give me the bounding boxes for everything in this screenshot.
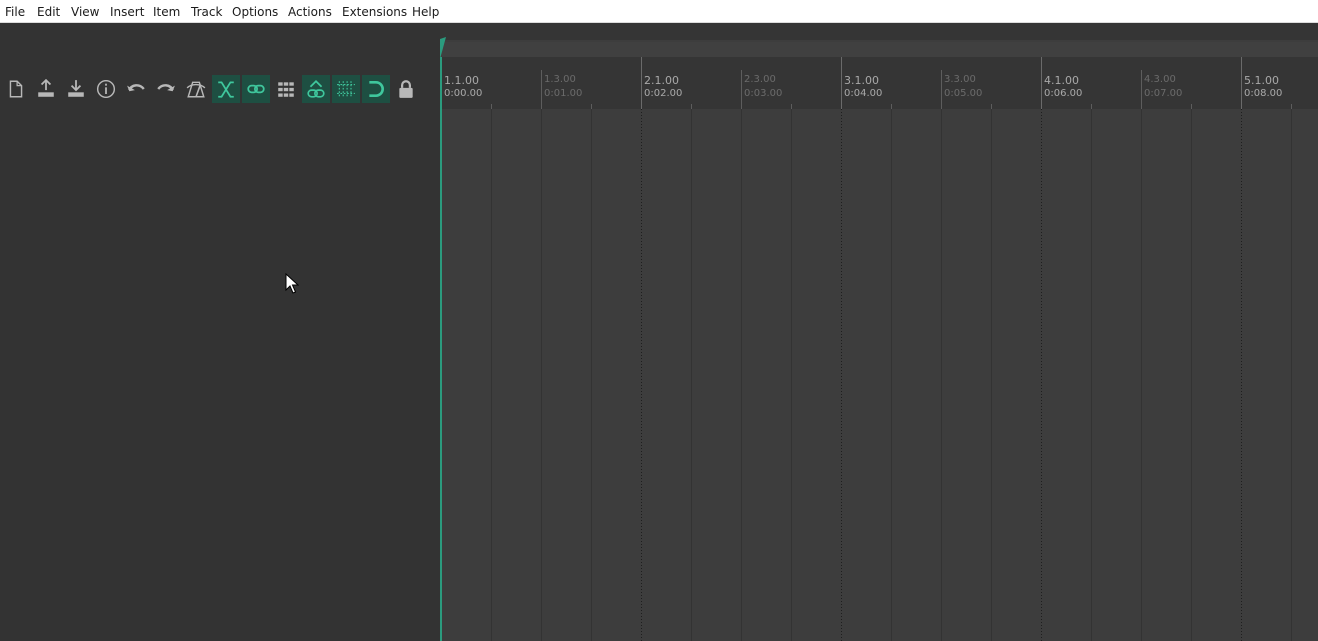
menu-extensions[interactable]: Extensions [342,5,407,19]
save-project-button[interactable] [62,75,90,103]
grid-line-beat [1191,109,1192,641]
open-project-button[interactable] [32,75,60,103]
item-grouping-icon [278,82,294,97]
track-control-panel[interactable] [0,23,440,641]
grid-line-beat [541,109,542,641]
grid-line-bar [641,109,642,641]
undo-icon [127,84,145,92]
grid-icon [337,81,355,97]
ruler-beat-label: 2.3.00 [744,74,776,85]
grid-line-beat [991,109,992,641]
menu-file[interactable]: File [5,5,25,19]
menu-view[interactable]: View [71,5,99,19]
ripple-edit-button[interactable] [302,75,330,103]
horizontal-scrollbar[interactable] [441,42,1318,57]
menu-edit[interactable]: Edit [37,5,60,19]
grid-line-beat [1141,109,1142,641]
menu-track[interactable]: Track [191,5,222,19]
ruler-beat-label: 3.3.00 [944,74,976,85]
grid-line-bar [841,109,842,641]
ruler-beat-label: 3.1.00 [844,74,879,87]
envelope-points-move-button[interactable] [242,75,270,103]
ruler-time-label: 0:07.00 [1144,88,1183,99]
undo-button[interactable] [122,75,150,103]
ruler-time-label: 0:04.00 [844,88,883,99]
ruler-time-label: 0:06.00 [1044,88,1083,99]
ruler-tick [641,57,642,109]
menu-item[interactable]: Item [153,5,180,19]
menu-options[interactable]: Options [232,5,278,19]
ruler-tick [941,70,942,109]
ruler-tick [1141,70,1142,109]
ruler-time-label: 0:01.00 [544,88,583,99]
grid-line-beat [591,109,592,641]
menu-actions[interactable]: Actions [288,5,332,19]
mouse-cursor-icon [285,273,299,294]
envelope-points-move-icon [247,84,265,94]
grid-line-bar [1041,109,1042,641]
project-settings-button[interactable] [92,75,120,103]
auto-crossfade-icon [218,81,234,98]
grid-line-beat [741,109,742,641]
ruler-tick [1041,57,1042,109]
timeline-ruler[interactable]: 1.1.00 0:00.00 1.3.00 0:01.00 2.1.00 0:02.00 2… [440,57,1318,109]
grid-line-beat [941,109,942,641]
track-area[interactable] [440,109,1318,641]
grid-line-beat [491,109,492,641]
ruler-tick [741,70,742,109]
locking-icon [399,80,413,98]
metronome-icon [186,81,206,98]
new-project-icon [9,80,23,98]
menu-insert[interactable]: Insert [110,5,144,19]
snap-button[interactable] [362,75,390,103]
ruler-time-label: 0:00.00 [444,88,483,99]
ruler-tick [841,57,842,109]
ruler-beat-label: 4.1.00 [1044,74,1079,87]
arrange-view[interactable]: 1.1.00 0:00.00 1.3.00 0:01.00 2.1.00 0:02.00 2… [440,23,1318,641]
arrange-top-strip [440,23,1318,40]
edit-cursor[interactable] [440,57,442,641]
locking-button[interactable] [392,75,420,103]
ruler-beat-label: 4.3.00 [1144,74,1176,85]
ripple-edit-icon [307,79,325,98]
ruler-beat-label: 2.1.00 [644,74,679,87]
redo-button[interactable] [152,75,180,103]
ruler-time-label: 0:08.00 [1244,88,1283,99]
save-project-icon [68,80,84,97]
grid-line-beat [1291,109,1292,641]
ruler-beat-label: 5.1.00 [1244,74,1279,87]
grid-line-bar [1241,109,1242,641]
ruler-beat-label: 1.3.00 [544,74,576,85]
item-grouping-button[interactable] [272,75,300,103]
metronome-button[interactable] [182,75,210,103]
ruler-tick [541,70,542,109]
grid-line-beat [691,109,692,641]
ruler-beat-label: 1.1.00 [444,74,479,87]
snap-icon [369,81,384,97]
ruler-time-label: 0:05.00 [944,88,983,99]
ruler-time-label: 0:03.00 [744,88,783,99]
menu-help[interactable]: Help [412,5,439,19]
project-settings-icon [96,79,116,99]
new-project-button[interactable] [2,75,30,103]
ruler-tick [1241,57,1242,109]
grid-line-beat [891,109,892,641]
redo-icon [157,84,175,92]
open-project-icon [38,79,54,97]
ruler-time-label: 0:02.00 [644,88,683,99]
auto-crossfade-button[interactable] [212,75,240,103]
edit-cursor-flag-icon [440,37,446,59]
grid-button[interactable] [332,75,360,103]
grid-line-beat [791,109,792,641]
menu-bar: File Edit View Insert Item Track Options Action… [0,0,1318,23]
grid-line-beat [1091,109,1092,641]
